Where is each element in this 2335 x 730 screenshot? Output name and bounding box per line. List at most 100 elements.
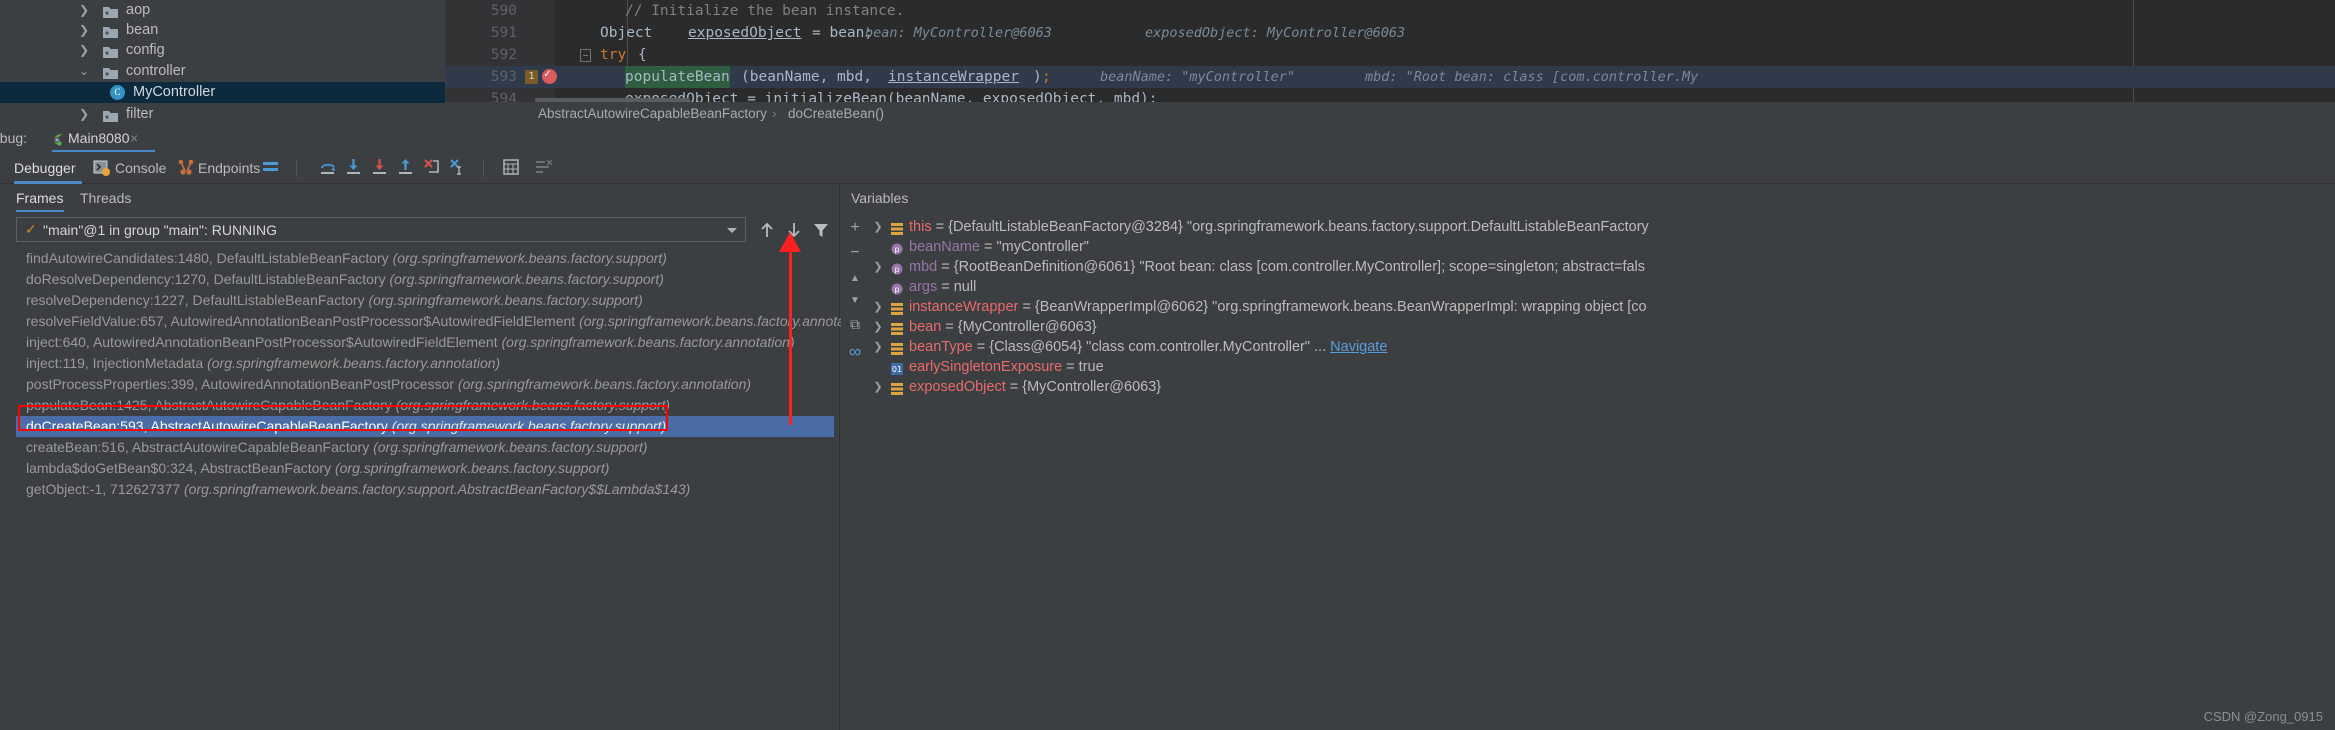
stack-frame-row[interactable]: resolveDependency:1227, DefaultListableB… xyxy=(16,290,834,311)
object-icon xyxy=(891,321,903,335)
code-token: ; xyxy=(1042,69,1051,85)
tree-item-filter[interactable]: ❯ filter xyxy=(0,104,445,124)
subtab-threads[interactable]: Threads xyxy=(80,184,131,212)
toolbar-divider xyxy=(296,160,297,177)
tab-endpoints[interactable]: Endpoints xyxy=(198,152,260,184)
code-token: try xyxy=(600,47,627,63)
variable-row[interactable]: ❯ bean = {MyController@6063} xyxy=(871,317,2335,337)
chevron-right-icon[interactable]: ❯ xyxy=(871,297,885,317)
step-out-icon[interactable] xyxy=(396,158,418,178)
frame-method: inject:640, AutowiredAnnotationBeanPostP… xyxy=(26,334,502,350)
chevron-right-icon[interactable]: ❯ xyxy=(871,257,885,277)
chevron-right-icon[interactable]: ❯ xyxy=(78,40,90,60)
tab-console[interactable]: Console xyxy=(115,152,166,184)
close-icon[interactable]: × xyxy=(130,125,138,152)
scroll-down-icon[interactable]: ▼ xyxy=(844,290,866,312)
code-fold-icon[interactable] xyxy=(580,49,591,62)
stack-frame-row[interactable]: postProcessProperties:399, AutowiredAnno… xyxy=(16,374,834,395)
variables-list[interactable]: ❯ this = {DefaultListableBeanFactory@328… xyxy=(871,217,2335,397)
tab-debugger[interactable]: Debugger xyxy=(14,152,76,184)
frame-package: (org.springframework.beans.factory.suppo… xyxy=(392,250,667,266)
chevron-right-icon[interactable]: ❯ xyxy=(871,377,885,397)
folder-icon xyxy=(103,108,118,122)
chevron-down-icon[interactable] xyxy=(727,228,737,233)
tree-item-config[interactable]: ❯ config xyxy=(0,40,445,60)
project-tree: ❯ aop ❯ bean ❯ config ⌄ controller C MyC… xyxy=(0,0,445,125)
navigate-link[interactable]: Navigate xyxy=(1330,339,1387,355)
variable-row[interactable]: 01 earlySingletonExposure = true xyxy=(871,357,2335,377)
chevron-right-icon[interactable]: ❯ xyxy=(78,0,90,20)
breadcrumb-class[interactable]: AbstractAutowireCapableBeanFactory xyxy=(538,102,767,125)
stack-frame-row[interactable]: getObject:-1, 712627377 (org.springframe… xyxy=(16,479,834,500)
stack-frame-row[interactable]: createBean:516, AbstractAutowireCapableB… xyxy=(16,437,834,458)
move-up-icon[interactable] xyxy=(757,220,779,240)
code-token-highlighted[interactable]: populateBean xyxy=(625,66,730,88)
variable-text: args = null xyxy=(909,277,976,297)
drop-frame-icon[interactable] xyxy=(422,158,444,178)
variable-row[interactable]: ❯ beanType = {Class@6054} "class com.con… xyxy=(871,337,2335,357)
tree-item-controller[interactable]: ⌄ controller xyxy=(0,61,445,81)
code-token[interactable]: instanceWrapper xyxy=(888,66,1019,88)
frame-package: (org.springframework.beans.factory.annot… xyxy=(207,355,501,371)
variable-row[interactable]: ❯ p mbd = {RootBeanDefinition@6061} "Roo… xyxy=(871,257,2335,277)
variable-row[interactable]: ❯ exposedObject = {MyController@6063} xyxy=(871,377,2335,397)
breakpoint-hit-count-badge[interactable]: 1 xyxy=(525,70,538,84)
frames-pane: Frames Threads ✓ "main"@1 in group "main… xyxy=(0,184,872,730)
console-icon[interactable] xyxy=(93,159,115,179)
code-line[interactable]: 591 Object exposedObject = bean; bean: M… xyxy=(445,22,2335,44)
scroll-up-icon[interactable]: ▲ xyxy=(844,268,866,290)
tree-item-aop[interactable]: ❯ aop xyxy=(0,0,445,20)
endpoints-icon[interactable] xyxy=(177,159,199,179)
code-token[interactable]: exposedObject xyxy=(688,22,802,44)
force-step-into-icon[interactable] xyxy=(370,158,392,178)
tree-item-mycontroller[interactable]: C MyController xyxy=(0,82,445,103)
stack-frame-row[interactable]: inject:119, InjectionMetadata (org.sprin… xyxy=(16,353,834,374)
chevron-right-icon[interactable]: ❯ xyxy=(871,317,885,337)
chevron-right-icon[interactable]: ❯ xyxy=(78,20,90,40)
stack-frame-row[interactable]: populateBean:1425, AbstractAutowireCapab… xyxy=(16,395,834,416)
subtab-frames[interactable]: Frames xyxy=(16,184,63,212)
run-config-tab[interactable]: Main8080 xyxy=(42,125,162,152)
chevron-right-icon[interactable]: ❯ xyxy=(871,217,885,237)
code-line[interactable]: 590 // Initialize the bean instance. xyxy=(445,0,2335,22)
filter-icon[interactable] xyxy=(811,220,833,240)
variable-row[interactable]: p args = null xyxy=(871,277,2335,297)
run-to-cursor-icon[interactable] xyxy=(448,158,470,178)
show-execution-point-icon[interactable] xyxy=(261,158,283,178)
frame-method: doCreateBean:593, AbstractAutowireCapabl… xyxy=(26,418,392,434)
breadcrumb-method[interactable]: doCreateBean() xyxy=(788,102,884,125)
breakpoint-verified-icon[interactable] xyxy=(542,67,557,84)
inspect-icon[interactable]: ∞ xyxy=(844,341,866,363)
code-line[interactable]: 592 try { xyxy=(445,44,2335,66)
param-icon: p xyxy=(891,281,903,295)
stack-frame-row[interactable]: inject:640, AutowiredAnnotationBeanPostP… xyxy=(16,332,834,353)
code-line-current[interactable]: 593 1 populateBean (beanName, mbd, insta… xyxy=(445,66,2335,88)
variable-row[interactable]: ❯ this = {DefaultListableBeanFactory@328… xyxy=(871,217,2335,237)
tree-item-bean[interactable]: ❯ bean xyxy=(0,20,445,40)
stack-frame-row[interactable]: doResolveDependency:1270, DefaultListabl… xyxy=(16,269,834,290)
tree-item-label: aop xyxy=(126,2,151,18)
chevron-right-icon[interactable]: ❯ xyxy=(78,104,90,124)
mute-breakpoints-icon[interactable] xyxy=(534,158,556,178)
chevron-right-icon[interactable]: ❯ xyxy=(871,337,885,357)
code-editor[interactable]: 590 // Initialize the bean instance. 591… xyxy=(445,0,2335,125)
stack-frame-row[interactable]: lambda$doGetBean$0:324, AbstractBeanFact… xyxy=(16,458,834,479)
frames-list[interactable]: findAutowireCandidates:1480, DefaultList… xyxy=(16,248,872,500)
step-over-icon[interactable] xyxy=(318,158,340,178)
variable-row[interactable]: ❯ instanceWrapper = {BeanWrapperImpl@606… xyxy=(871,297,2335,317)
evaluate-expression-icon[interactable] xyxy=(502,158,524,178)
chevron-down-icon[interactable]: ⌄ xyxy=(78,61,90,81)
stack-frame-row-selected[interactable]: doCreateBean:593, AbstractAutowireCapabl… xyxy=(16,416,834,437)
stack-frame-row[interactable]: resolveFieldValue:657, AutowiredAnnotati… xyxy=(16,311,872,332)
variable-name: args xyxy=(909,279,938,295)
step-into-icon[interactable] xyxy=(344,158,366,178)
remove-watch-icon[interactable]: − xyxy=(844,242,866,264)
svg-text:p: p xyxy=(894,265,899,274)
variable-row[interactable]: p beanName = "myController" xyxy=(871,237,2335,257)
code-text: // Initialize the bean instance. xyxy=(625,3,905,19)
add-watch-icon[interactable]: + xyxy=(844,217,866,239)
inlay-hint: beanName: "myController" xyxy=(1100,69,1296,85)
thread-selector[interactable]: ✓ "main"@1 in group "main": RUNNING xyxy=(16,217,746,242)
copy-value-icon[interactable]: ⧉ xyxy=(844,313,866,335)
stack-frame-row[interactable]: findAutowireCandidates:1480, DefaultList… xyxy=(16,248,834,269)
